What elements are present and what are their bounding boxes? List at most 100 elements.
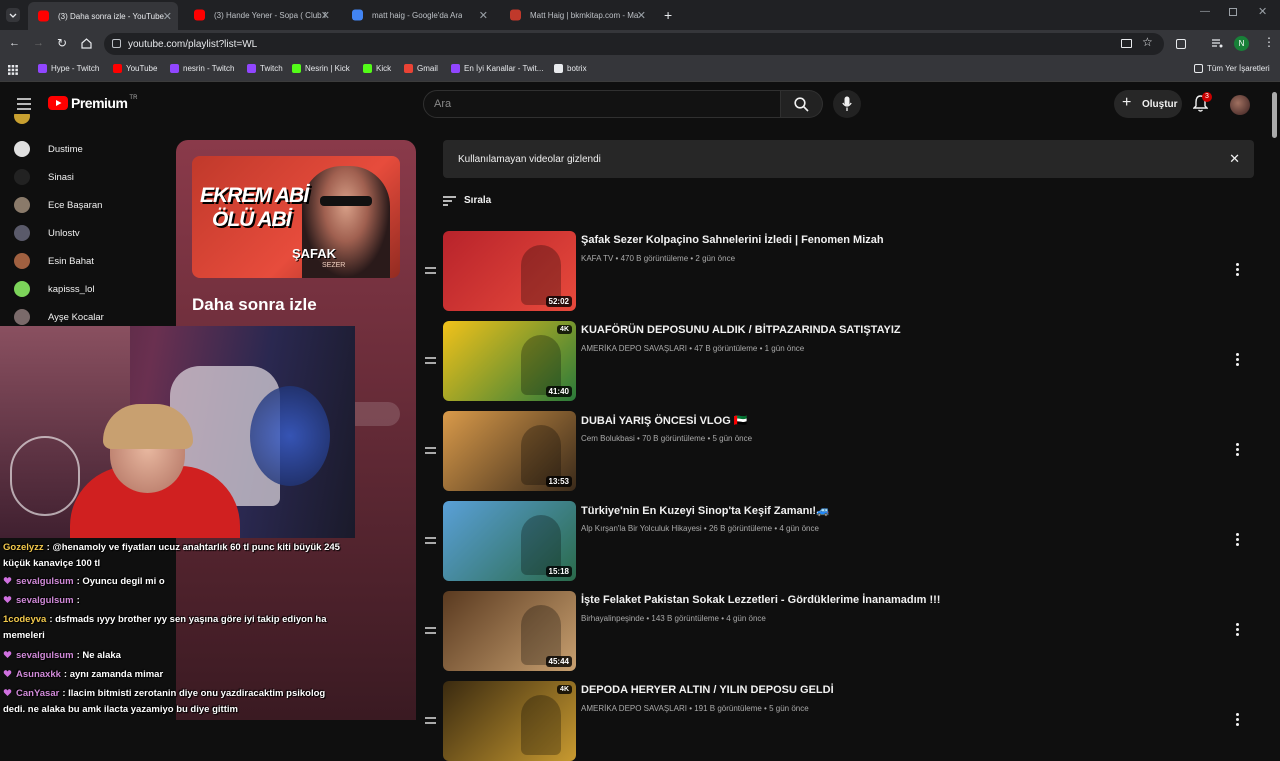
meta-separator: • <box>613 254 621 263</box>
video-title[interactable]: Şafak Sezer Kolpaçino Sahnelerini İzledi… <box>581 234 884 246</box>
playlist-video-row[interactable]: 45:44 İşte Felaket Pakistan Sokak Lezzetl… <box>420 591 1260 671</box>
chat-badge-icon <box>3 595 12 604</box>
chat-message: sevalgulsum: Oyuncu degil mi o <box>3 574 348 590</box>
bookmark-favicon-icon <box>554 64 563 73</box>
drag-handle-icon[interactable] <box>425 447 436 454</box>
browser-menu-icon[interactable]: ⋮ <box>1263 35 1275 49</box>
minimize-button[interactable]: — <box>1200 6 1210 17</box>
tab-close-icon[interactable]: ✕ <box>321 9 330 22</box>
more-options-icon[interactable] <box>1236 443 1240 457</box>
search-button[interactable] <box>781 90 823 118</box>
browser-tab[interactable]: (3) Daha sonra izle - YouTube ✕ <box>28 2 178 30</box>
video-channel[interactable]: Birhayalinpeşinde <box>581 614 644 623</box>
playlist-thumbnail[interactable]: EKREM ABİ ÖLÜ ABİ ŞAFAK SEZER <box>192 156 400 278</box>
bookmark-item[interactable]: En İyi Kanallar - Twit... <box>451 64 543 73</box>
playlist-video-row[interactable]: 4K DEPODA HERYER ALTIN / YILIN DEPOSU GEL… <box>420 681 1260 761</box>
reload-icon[interactable]: ↻ <box>57 36 67 50</box>
playlist-video-row[interactable]: 4K 41:40 KUAFÖRÜN DEPOSUNU ALDIK / BİTPAZA… <box>420 321 1260 401</box>
install-app-icon[interactable] <box>1121 39 1132 48</box>
extensions-icon[interactable] <box>1176 39 1186 49</box>
playlist-video-row[interactable]: 13:53 DUBAİ YARIŞ ÖNCESİ VLOG 🇦🇪 Cem Boluk… <box>420 411 1260 491</box>
video-thumbnail[interactable]: 45:44 <box>443 591 576 671</box>
drag-handle-icon[interactable] <box>425 267 436 274</box>
playlist-video-row[interactable]: 52:02 Şafak Sezer Kolpaçino Sahnelerini İ… <box>420 231 1260 311</box>
all-bookmarks-button[interactable]: Tüm Yer İşaretleri <box>1194 64 1270 73</box>
tab-search-icon[interactable] <box>6 8 20 22</box>
profile-avatar[interactable]: N <box>1234 36 1249 51</box>
video-meta: Alp Kırşan'la Bir Yolculuk Hikayesi • 26… <box>581 524 819 533</box>
playlist-video-row[interactable]: 15:18 Türkiye'nin En Kuzeyi Sinop'ta Keşi… <box>420 501 1260 581</box>
sidebar-channel-item[interactable]: Sinasi <box>14 166 74 188</box>
close-window-button[interactable]: ✕ <box>1258 5 1267 18</box>
browser-tab[interactable]: matt haig - Google'da Ara ✕ <box>342 4 494 26</box>
video-channel[interactable]: AMERİKA DEPO SAVAŞLARI <box>581 704 687 713</box>
back-icon[interactable]: ← <box>9 37 20 49</box>
more-options-icon[interactable] <box>1236 623 1240 637</box>
maximize-button[interactable] <box>1229 8 1237 16</box>
bookmark-item[interactable]: Gmail <box>404 64 438 73</box>
more-options-icon[interactable] <box>1236 713 1240 727</box>
tab-close-icon[interactable]: ✕ <box>479 9 488 22</box>
tab-close-icon[interactable]: ✕ <box>637 9 646 22</box>
video-title[interactable]: DEPODA HERYER ALTIN / YILIN DEPOSU GELDİ <box>581 684 834 696</box>
video-thumbnail[interactable]: 4K 41:40 <box>443 321 576 401</box>
youtube-logo[interactable]: Premium TR <box>48 95 137 111</box>
video-title[interactable]: İşte Felaket Pakistan Sokak Lezzetleri -… <box>581 594 940 606</box>
search-input[interactable]: Ara <box>423 90 781 118</box>
video-thumbnail[interactable]: 4K <box>443 681 576 761</box>
hamburger-menu-icon[interactable] <box>17 98 31 110</box>
bookmark-item[interactable]: Nesrin | Kick <box>292 64 350 73</box>
bookmark-star-icon[interactable]: ☆ <box>1142 35 1153 49</box>
sidebar-channel-item[interactable]: Dustime <box>14 138 83 160</box>
home-icon[interactable] <box>81 38 92 49</box>
sidebar-channel-item[interactable]: kapisss_lol <box>14 278 94 300</box>
bookmark-item[interactable]: Kick <box>363 64 391 73</box>
forward-icon[interactable]: → <box>33 37 44 49</box>
bookmark-item[interactable]: nesrin - Twitch <box>170 64 234 73</box>
browser-tab[interactable]: Matt Haig | bkmkitap.com - Ma ✕ <box>500 4 652 26</box>
drag-handle-icon[interactable] <box>425 537 436 544</box>
video-title[interactable]: DUBAİ YARIŞ ÖNCESİ VLOG 🇦🇪 <box>581 414 748 427</box>
sort-button[interactable]: Sırala <box>443 195 491 206</box>
video-title[interactable]: Türkiye'nin En Kuzeyi Sinop'ta Keşif Zam… <box>581 504 830 517</box>
apps-grid-icon[interactable] <box>8 65 18 75</box>
video-age: 5 gün önce <box>712 434 753 443</box>
sidebar-channel-item[interactable]: Ece Başaran <box>14 194 102 216</box>
video-title[interactable]: KUAFÖRÜN DEPOSUNU ALDIK / BİTPAZARINDA S… <box>581 324 901 336</box>
video-channel[interactable]: Alp Kırşan'la Bir Yolculuk Hikayesi <box>581 524 702 533</box>
bookmark-item[interactable]: Hype - Twitch <box>38 64 99 73</box>
bookmark-item[interactable]: Twitch <box>247 64 283 73</box>
account-avatar[interactable] <box>1230 95 1250 115</box>
sidebar-partial-item[interactable] <box>14 114 114 126</box>
video-channel[interactable]: AMERİKA DEPO SAVAŞLARI <box>581 344 687 353</box>
create-button[interactable]: + Oluştur <box>1114 90 1182 118</box>
bookmark-item[interactable]: botrix <box>554 64 587 73</box>
url-input[interactable]: youtube.com/playlist?list=WL <box>104 33 1164 55</box>
media-controls-icon[interactable] <box>1211 38 1223 49</box>
drag-handle-icon[interactable] <box>425 627 436 634</box>
new-tab-button[interactable]: + <box>664 7 672 23</box>
bookmark-item[interactable]: YouTube <box>113 64 157 73</box>
video-channel[interactable]: KAFA TV <box>581 254 613 263</box>
site-info-icon[interactable] <box>112 39 121 48</box>
close-notice-icon[interactable]: ✕ <box>1229 151 1240 167</box>
more-options-icon[interactable] <box>1236 263 1240 277</box>
video-thumbnail[interactable]: 15:18 <box>443 501 576 581</box>
browser-tab[interactable]: (3) Hande Yener - Sopa ( Club R ✕ <box>184 4 336 26</box>
tab-close-icon[interactable]: ✕ <box>163 10 172 23</box>
more-options-icon[interactable] <box>1236 353 1240 367</box>
sidebar-channel-item[interactable]: Esin Bahat <box>14 250 94 272</box>
video-thumbnail[interactable]: 52:02 <box>443 231 576 311</box>
notifications-button[interactable]: 3 <box>1193 92 1212 112</box>
meta-separator: • <box>701 524 709 533</box>
drag-handle-icon[interactable] <box>425 717 436 724</box>
drag-handle-icon[interactable] <box>425 357 436 364</box>
sidebar-channel-item[interactable]: Ayşe Kocalar <box>14 306 104 328</box>
video-thumbnail[interactable]: 13:53 <box>443 411 576 491</box>
voice-search-button[interactable] <box>833 90 861 118</box>
page-scrollbar[interactable] <box>1272 92 1277 138</box>
video-channel[interactable]: Cem Bolukbasi <box>581 434 635 443</box>
more-options-icon[interactable] <box>1236 533 1240 547</box>
sidebar-channel-item[interactable]: Unlostv <box>14 222 80 244</box>
channel-avatar <box>14 197 30 213</box>
